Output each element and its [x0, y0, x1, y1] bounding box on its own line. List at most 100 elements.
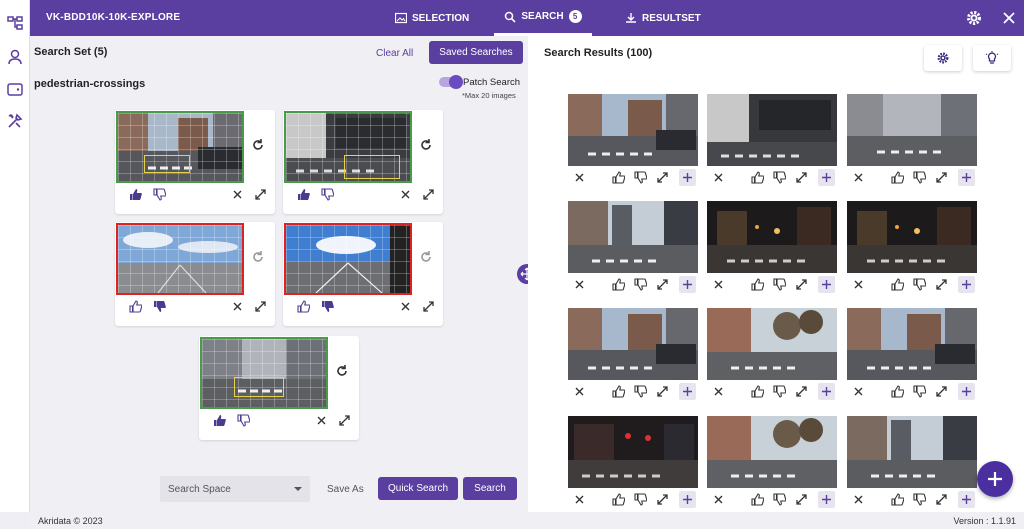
add-to-set-button[interactable]: [818, 383, 835, 400]
add-to-set-button[interactable]: [958, 383, 975, 400]
wallet-icon[interactable]: [6, 80, 24, 98]
add-fab-button[interactable]: [977, 461, 1013, 497]
add-to-set-button[interactable]: [818, 169, 835, 186]
result-thumbnail[interactable]: [568, 416, 698, 488]
thumbs-down-icon[interactable]: [913, 385, 926, 398]
add-to-set-button[interactable]: [818, 276, 835, 293]
thumbs-up-icon[interactable]: [751, 385, 764, 398]
thumbs-up-icon[interactable]: [891, 493, 904, 506]
result-thumbnail[interactable]: [847, 416, 977, 488]
tab-selection[interactable]: SELECTION: [395, 0, 469, 36]
thumbs-down-icon[interactable]: [153, 300, 166, 313]
expand-icon[interactable]: [795, 385, 808, 398]
workflow-icon[interactable]: [6, 14, 24, 32]
remove-icon[interactable]: [573, 385, 586, 398]
thumbs-down-icon[interactable]: [773, 493, 786, 506]
remove-icon[interactable]: [573, 171, 586, 184]
expand-icon[interactable]: [254, 300, 267, 313]
remove-icon[interactable]: [712, 493, 725, 506]
tab-search[interactable]: SEARCH 5: [494, 0, 592, 36]
result-thumbnail[interactable]: [707, 308, 837, 380]
expand-icon[interactable]: [422, 300, 435, 313]
add-to-set-button[interactable]: [679, 491, 696, 508]
thumbs-down-icon[interactable]: [634, 385, 647, 398]
expand-icon[interactable]: [656, 278, 669, 291]
remove-icon[interactable]: [231, 188, 244, 201]
results-settings-button[interactable]: [924, 45, 962, 71]
result-thumbnail[interactable]: [847, 308, 977, 380]
patch-search-toggle[interactable]: [439, 75, 463, 89]
add-to-set-button[interactable]: [958, 276, 975, 293]
add-to-set-button[interactable]: [679, 383, 696, 400]
thumbs-up-icon[interactable]: [891, 171, 904, 184]
refresh-icon[interactable]: [335, 364, 349, 378]
user-icon[interactable]: [6, 48, 24, 66]
remove-icon[interactable]: [852, 278, 865, 291]
expand-icon[interactable]: [795, 278, 808, 291]
add-to-set-button[interactable]: [958, 169, 975, 186]
tools-icon[interactable]: [6, 112, 24, 130]
thumbs-up-icon[interactable]: [751, 171, 764, 184]
thumbs-down-icon[interactable]: [321, 188, 334, 201]
insights-button[interactable]: [973, 45, 1011, 71]
add-to-set-button[interactable]: [679, 169, 696, 186]
thumbs-up-icon[interactable]: [751, 493, 764, 506]
settings-gear-icon[interactable]: [965, 9, 983, 27]
refresh-icon[interactable]: [419, 250, 433, 264]
expand-icon[interactable]: [656, 493, 669, 506]
thumbs-down-icon[interactable]: [913, 493, 926, 506]
remove-icon[interactable]: [231, 300, 244, 313]
thumbs-up-icon[interactable]: [612, 385, 625, 398]
add-to-set-button[interactable]: [958, 491, 975, 508]
expand-icon[interactable]: [935, 385, 948, 398]
remove-icon[interactable]: [315, 414, 328, 427]
expand-icon[interactable]: [935, 171, 948, 184]
thumbs-up-icon[interactable]: [129, 300, 142, 313]
refresh-icon[interactable]: [251, 138, 265, 152]
refresh-icon[interactable]: [419, 138, 433, 152]
remove-icon[interactable]: [712, 278, 725, 291]
remove-icon[interactable]: [712, 385, 725, 398]
thumbs-down-icon[interactable]: [773, 171, 786, 184]
card-thumbnail[interactable]: [284, 223, 412, 295]
remove-icon[interactable]: [399, 188, 412, 201]
thumbs-down-icon[interactable]: [321, 300, 334, 313]
clear-all-link[interactable]: Clear All: [376, 48, 413, 59]
add-to-set-button[interactable]: [679, 276, 696, 293]
thumbs-up-icon[interactable]: [891, 385, 904, 398]
thumbs-up-icon[interactable]: [612, 171, 625, 184]
thumbs-up-icon[interactable]: [297, 300, 310, 313]
search-space-select[interactable]: Search Space: [160, 476, 310, 502]
thumbs-down-icon[interactable]: [773, 278, 786, 291]
add-to-set-button[interactable]: [818, 491, 835, 508]
result-thumbnail[interactable]: [707, 416, 837, 488]
quick-search-button[interactable]: Quick Search: [378, 477, 458, 500]
save-as-link[interactable]: Save As: [327, 484, 364, 495]
card-thumbnail[interactable]: [200, 337, 328, 409]
thumbs-up-icon[interactable]: [297, 188, 310, 201]
thumbs-down-icon[interactable]: [153, 188, 166, 201]
remove-icon[interactable]: [712, 171, 725, 184]
expand-icon[interactable]: [935, 278, 948, 291]
remove-icon[interactable]: [852, 171, 865, 184]
thumbs-up-icon[interactable]: [612, 493, 625, 506]
card-thumbnail[interactable]: [116, 111, 244, 183]
thumbs-down-icon[interactable]: [634, 278, 647, 291]
result-thumbnail[interactable]: [568, 308, 698, 380]
thumbs-up-icon[interactable]: [751, 278, 764, 291]
expand-icon[interactable]: [422, 188, 435, 201]
thumbs-down-icon[interactable]: [634, 171, 647, 184]
remove-icon[interactable]: [852, 493, 865, 506]
remove-icon[interactable]: [399, 300, 412, 313]
thumbs-up-icon[interactable]: [129, 188, 142, 201]
result-thumbnail[interactable]: [568, 201, 698, 273]
thumbs-down-icon[interactable]: [237, 414, 250, 427]
result-thumbnail[interactable]: [707, 201, 837, 273]
thumbs-up-icon[interactable]: [891, 278, 904, 291]
saved-searches-button[interactable]: Saved Searches: [429, 41, 523, 64]
expand-icon[interactable]: [795, 493, 808, 506]
thumbs-up-icon[interactable]: [612, 278, 625, 291]
remove-icon[interactable]: [852, 385, 865, 398]
thumbs-down-icon[interactable]: [913, 171, 926, 184]
thumbs-down-icon[interactable]: [913, 278, 926, 291]
